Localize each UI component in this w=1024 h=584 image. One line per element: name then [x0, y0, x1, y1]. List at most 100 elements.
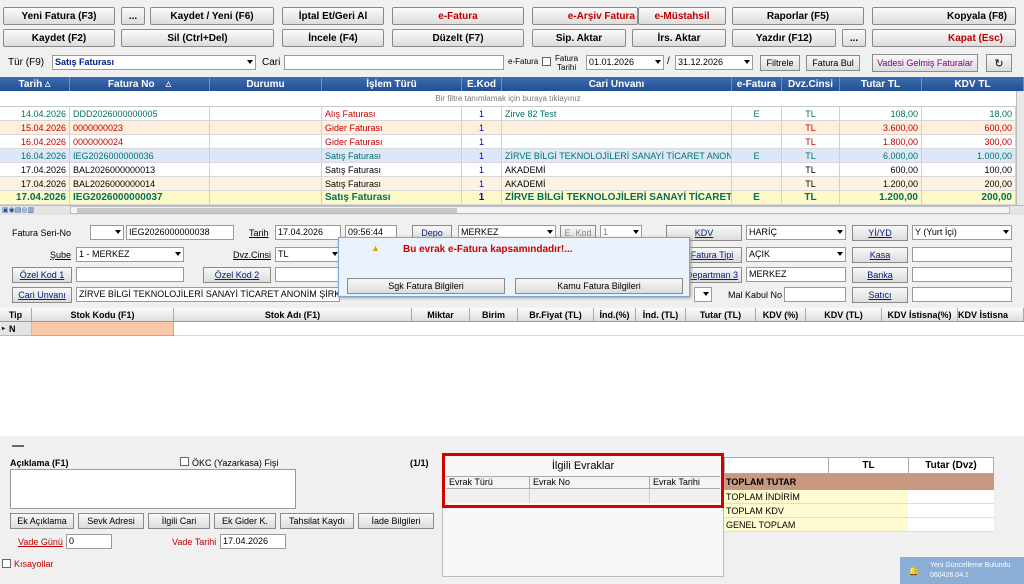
cash-input[interactable]	[912, 247, 1012, 262]
col-islem-turu[interactable]: İşlem Türü	[322, 77, 462, 91]
col-cari-unvani[interactable]: Cari Unvanı	[502, 77, 732, 91]
col-durum[interactable]: Durumu	[210, 77, 322, 91]
cari-filter-input[interactable]	[284, 55, 504, 70]
bank-button[interactable]: Banka	[852, 267, 908, 283]
save-button[interactable]: Kaydet (F2)	[3, 29, 115, 47]
col-kdv-istisna-pct[interactable]: KDV İstisna(%)	[882, 308, 958, 321]
collection-record-button[interactable]: Tahsilat Kaydı	[280, 513, 354, 529]
special-code-2-button[interactable]: Özel Kod 2	[203, 267, 271, 283]
col-stok-kodu[interactable]: Stok Kodu (F1)	[32, 308, 174, 321]
invoice-date-input[interactable]: 17.04.2026	[275, 225, 341, 240]
order-transfer-button[interactable]: Sip. Aktar	[532, 29, 626, 47]
invoice-type-select[interactable]: AÇIK	[746, 247, 846, 262]
more-button-2[interactable]: ...	[842, 29, 866, 47]
customer-title-input[interactable]: ZİRVE BİLGİ TEKNOLOJİLERİ SANAYİ TİCARET…	[76, 287, 340, 302]
yiyd-select[interactable]: Y (Yurt İçi)	[912, 225, 1012, 240]
col-fatura-no[interactable]: Fatura No △	[70, 77, 210, 91]
col-br-fiyat[interactable]: Br.Fiyat (TL)	[518, 308, 594, 321]
invoice-type-button[interactable]: Fatura Tipi	[682, 247, 742, 263]
invoice-no-input[interactable]: IEG2026000000038	[126, 225, 234, 240]
splitter-handle[interactable]	[12, 445, 24, 447]
col-efatura[interactable]: e-Fatura	[732, 77, 782, 91]
public-invoice-info-button[interactable]: Kamu Fatura Bilgileri	[515, 278, 683, 294]
branch-select[interactable]: 1 - MERKEZ	[76, 247, 184, 262]
bank-input[interactable]	[912, 267, 1012, 282]
col-ekod[interactable]: E.Kod	[462, 77, 502, 91]
reports-button[interactable]: Raporlar (F5)	[732, 7, 864, 25]
description-textarea[interactable]	[10, 469, 296, 509]
type-select[interactable]: Satış Faturası	[52, 55, 256, 70]
table-row[interactable]: 14.04.2026 DDD2026000000005 Alış Faturası 1…	[0, 107, 1016, 121]
col-dvz[interactable]: Dvz.Cinsi	[782, 77, 840, 91]
col-birim[interactable]: Birim	[470, 308, 518, 321]
extra-expense-button[interactable]: Ek Gider K.	[214, 513, 276, 529]
date-from-input[interactable]: 01.01.2026	[586, 55, 664, 70]
filter-button[interactable]: Filtrele	[760, 55, 800, 71]
table-row[interactable]: 16.04.2026 IEG2026000000036 Satış Faturası…	[0, 149, 1016, 163]
save-new-button[interactable]: Kaydet / Yeni (F6)	[150, 7, 274, 25]
detail-grid-body[interactable]	[0, 322, 1024, 436]
col-kdv[interactable]: KDV TL	[922, 77, 1024, 91]
grid-horizontal-scrollbar[interactable]	[70, 206, 1010, 214]
series-select[interactable]	[90, 225, 124, 240]
find-invoice-button[interactable]: Fatura Bul	[806, 55, 860, 71]
earsiv-button[interactable]: e-Arşiv Fatura	[532, 7, 638, 25]
table-row[interactable]: 16.04.2026 0000000024 Gider Faturası 1 TL 1.8…	[0, 135, 1016, 149]
customer-select[interactable]	[694, 287, 712, 302]
col-kdv-pct[interactable]: KDV (%)	[756, 308, 806, 321]
department-input[interactable]: MERKEZ	[746, 267, 846, 282]
update-notification[interactable]: 🔔 Yeni Güncelleme Bulundu 060426.04.1	[900, 557, 1024, 584]
table-row[interactable]: 17.04.2026 BAL2026000000013 Satış Faturası…	[0, 163, 1016, 177]
due-invoices-button[interactable]: Vadesi Gelmiş Faturalar	[872, 54, 978, 72]
special-code-1-button[interactable]: Özel Kod 1	[12, 267, 72, 283]
customer-title-button[interactable]: Cari Unvanı	[12, 287, 72, 303]
extra-description-button[interactable]: Ek Açıklama	[10, 513, 74, 529]
more-button[interactable]: ...	[121, 7, 145, 25]
print-button[interactable]: Yazdır (F12)	[732, 29, 836, 47]
new-invoice-button[interactable]: Yeni Fatura (F3)	[3, 7, 115, 25]
return-info-button[interactable]: İade Bilgileri	[358, 513, 434, 529]
shipping-address-button[interactable]: Sevk Adresi	[78, 513, 144, 529]
due-date-input[interactable]: 17.04.2026	[220, 534, 286, 549]
col-tarih[interactable]: Tarih △	[0, 77, 70, 91]
col-ind-pct[interactable]: İnd.(%)	[594, 308, 636, 321]
refresh-icon[interactable]: ↻	[986, 54, 1012, 72]
col-tutar-tl[interactable]: Tutar (TL)	[686, 308, 756, 321]
detail-row-rest[interactable]	[174, 322, 1024, 336]
related-customer-button[interactable]: İlgili Cari	[148, 513, 210, 529]
efatura-checkbox[interactable]	[542, 57, 551, 66]
goods-acceptance-input[interactable]	[784, 287, 846, 302]
waybill-transfer-button[interactable]: İrs. Aktar	[632, 29, 726, 47]
okc-checkbox[interactable]	[180, 457, 189, 466]
cancel-button[interactable]: İptal Et/Geri Al	[282, 7, 384, 25]
grid-nav-icons[interactable]: ▣◉▤◎▥	[2, 206, 34, 214]
col-ind-tl[interactable]: İnd. (TL)	[636, 308, 686, 321]
edit-button[interactable]: Düzelt (F7)	[392, 29, 524, 47]
due-days-input[interactable]: 0	[66, 534, 112, 549]
col-evrak-turu[interactable]: Evrak Türü	[446, 477, 530, 488]
special-code-1-input[interactable]	[76, 267, 184, 282]
efatura-button[interactable]: e-Fatura	[392, 7, 524, 25]
col-evrak-no[interactable]: Evrak No	[530, 477, 650, 488]
currency-select[interactable]: TL	[275, 247, 341, 262]
shortcuts-checkbox[interactable]	[2, 559, 11, 568]
table-row[interactable]: 15.04.2026 0000000023 Gider Faturası 1 TL 3.6…	[0, 121, 1016, 135]
col-kdv-istisna[interactable]: KDV İstisna	[958, 308, 1024, 321]
scroll-thumb[interactable]	[77, 208, 457, 213]
date-to-input[interactable]: 31.12.2026	[675, 55, 753, 70]
delete-button[interactable]: Sil (Ctrl+Del)	[121, 29, 274, 47]
col-tip[interactable]: Tip	[0, 308, 32, 321]
copy-button[interactable]: Kopyala (F8)	[872, 7, 1016, 25]
stock-code-cell[interactable]	[32, 322, 174, 336]
table-row[interactable]: 17.04.2026 BAL2026000000014 Satış Faturası…	[0, 177, 1016, 191]
department-button[interactable]: Departman 3	[682, 267, 742, 283]
yiyd-button[interactable]: Yİ/YD	[852, 225, 908, 241]
detail-row-tip[interactable]: ▸ N	[0, 322, 32, 336]
kdv-select[interactable]: HARİÇ	[746, 225, 846, 240]
col-miktar[interactable]: Miktar	[412, 308, 470, 321]
sgk-invoice-info-button[interactable]: Sgk Fatura Bilgileri	[347, 278, 505, 294]
seller-input[interactable]	[912, 287, 1012, 302]
grid-filter-row[interactable]: Bir filtre tanımlamak için buraya tıklay…	[0, 91, 1016, 107]
seller-button[interactable]: Satıcı	[852, 287, 908, 303]
grid-vertical-scrollbar[interactable]	[1016, 91, 1024, 205]
